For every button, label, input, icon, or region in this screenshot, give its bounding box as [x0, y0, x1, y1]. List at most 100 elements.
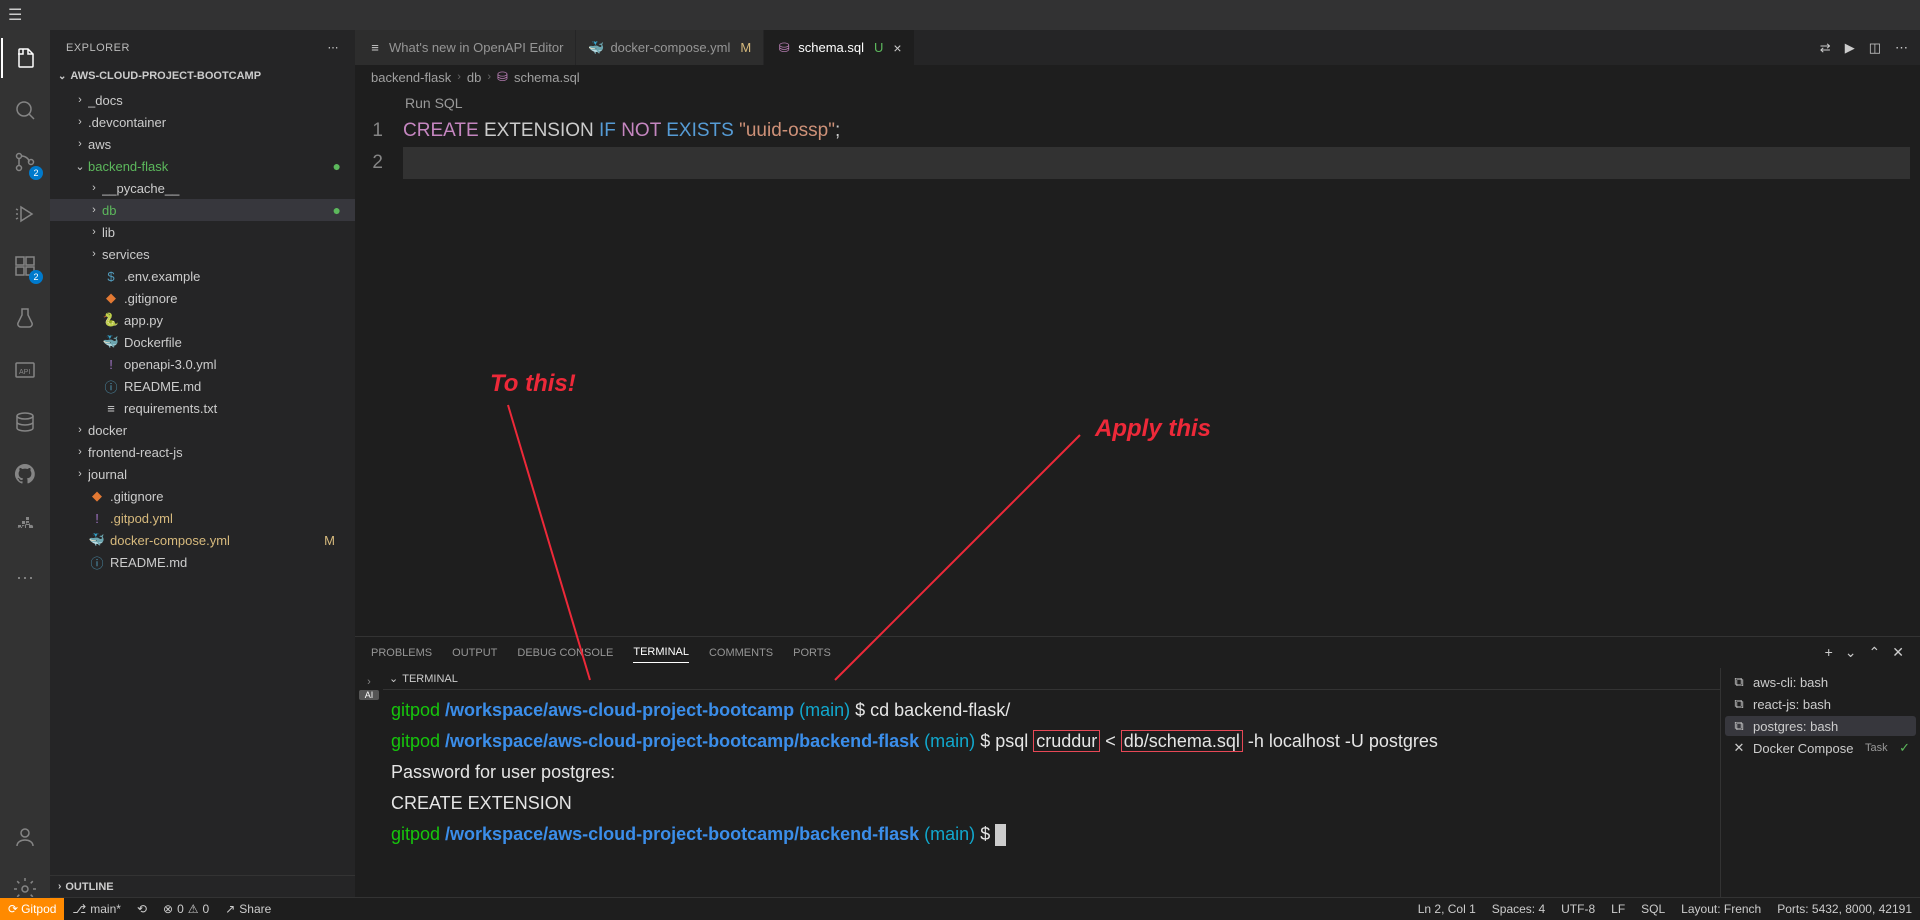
tree-item[interactable]: ◆.gitignore: [50, 287, 355, 309]
tab-more-icon[interactable]: ⋯: [1895, 40, 1908, 56]
tab-actions: ⇄ ▶ ◫ ⋯: [1808, 30, 1920, 65]
menu-icon[interactable]: ☰: [8, 5, 22, 25]
terminal-side-item[interactable]: ⧉postgres: bash: [1725, 716, 1916, 736]
tree-item[interactable]: 🐳docker-compose.ymlM: [50, 529, 355, 551]
explorer-title: EXPLORER: [66, 42, 130, 54]
terminal-side: ⧉aws-cli: bash⧉react-js: bash⧉postgres: …: [1720, 668, 1920, 919]
status-problems[interactable]: ⊗ 0 ⚠ 0: [155, 902, 217, 916]
tree-item[interactable]: !.gitpod.yml: [50, 507, 355, 529]
testing-icon[interactable]: [1, 298, 49, 338]
compare-changes-icon[interactable]: ⇄: [1820, 40, 1831, 56]
tree-item[interactable]: ›lib: [50, 221, 355, 243]
dropdown-icon[interactable]: ⌄: [1845, 644, 1857, 661]
gutter: 1 2: [355, 89, 403, 636]
terminal-cursor: [995, 824, 1006, 846]
status-share[interactable]: ↗ Share: [217, 902, 279, 916]
tab-debug-console[interactable]: DEBUG CONSOLE: [517, 643, 613, 663]
explorer-more-icon[interactable]: ⋯: [328, 41, 340, 54]
tree-item[interactable]: ›.devcontainer: [50, 111, 355, 133]
tree-item[interactable]: ⓘREADME.md: [50, 551, 355, 573]
activity-bar: 2 2 API ⋯: [0, 30, 50, 919]
new-terminal-icon[interactable]: +: [1825, 644, 1833, 661]
tree-item[interactable]: ⓘREADME.md: [50, 375, 355, 397]
close-icon[interactable]: ×: [893, 40, 901, 56]
gitpod-label[interactable]: ⟳ Gitpod: [0, 898, 64, 920]
code-content[interactable]: Run SQL CREATE EXTENSION IF NOT EXISTS "…: [403, 89, 1910, 636]
search-icon[interactable]: [1, 90, 49, 130]
status-ports[interactable]: Ports: 5432, 8000, 42191: [1769, 902, 1920, 916]
tree-item[interactable]: ›_docs: [50, 89, 355, 111]
database-icon[interactable]: [1, 402, 49, 442]
status-bar: ⟳ Gitpod ⎇ main* ⟲ ⊗ 0 ⚠ 0 ↗ Share Ln 2,…: [0, 897, 1920, 919]
tree-item[interactable]: $.env.example: [50, 265, 355, 287]
svg-text:API: API: [19, 369, 30, 376]
github-icon[interactable]: [1, 454, 49, 494]
breadcrumb[interactable]: backend-flask› db› ⛁ schema.sql: [355, 65, 1920, 89]
status-layout[interactable]: Layout: French: [1673, 902, 1769, 916]
status-branch[interactable]: ⎇ main*: [64, 902, 129, 916]
status-eol[interactable]: LF: [1603, 902, 1633, 916]
codelens-run-sql[interactable]: Run SQL: [405, 93, 1910, 113]
status-spaces[interactable]: Spaces: 4: [1484, 902, 1553, 916]
sidebar-header: EXPLORER ⋯: [50, 30, 355, 65]
tree-item[interactable]: ›db●: [50, 199, 355, 221]
tree-item[interactable]: 🐍app.py: [50, 309, 355, 331]
run-icon[interactable]: ▶: [1845, 40, 1855, 56]
tab-bar: ≡What's new in OpenAPI Editor🐳docker-com…: [355, 30, 1920, 65]
terminal-main: ⌄TERMINAL gitpod /workspace/aws-cloud-pr…: [383, 668, 1720, 919]
more-icon[interactable]: ⋯: [1, 558, 49, 598]
explorer-icon[interactable]: [1, 38, 49, 78]
tab-terminal[interactable]: TERMINAL: [633, 642, 689, 663]
panel-tabs: PROBLEMS OUTPUT DEBUG CONSOLE TERMINAL C…: [355, 637, 1920, 668]
extensions-icon[interactable]: 2: [1, 246, 49, 286]
tab-problems[interactable]: PROBLEMS: [371, 643, 432, 663]
tab-comments[interactable]: COMMENTS: [709, 643, 773, 663]
tree-item[interactable]: ◆.gitignore: [50, 485, 355, 507]
editor-area: ≡What's new in OpenAPI Editor🐳docker-com…: [355, 30, 1920, 919]
terminal-side-item[interactable]: ✕Docker ComposeTask✓: [1725, 738, 1916, 758]
split-editor-icon[interactable]: ◫: [1869, 40, 1881, 56]
tab-output[interactable]: OUTPUT: [452, 643, 497, 663]
docker-icon[interactable]: [1, 506, 49, 546]
project-root[interactable]: ⌄ AWS-CLOUD-PROJECT-BOOTCAMP: [50, 65, 355, 87]
account-icon[interactable]: [1, 817, 49, 857]
status-encoding[interactable]: UTF-8: [1553, 902, 1603, 916]
terminal-side-item[interactable]: ⧉react-js: bash: [1725, 694, 1916, 714]
minimap[interactable]: [1910, 89, 1920, 636]
annotation-box-cruddur: cruddur: [1033, 730, 1100, 752]
terminal-gutter: › AI: [355, 668, 383, 919]
tree-item[interactable]: ›services: [50, 243, 355, 265]
status-sync[interactable]: ⟲: [129, 902, 155, 916]
close-panel-icon[interactable]: ✕: [1892, 644, 1904, 661]
tab-ports[interactable]: PORTS: [793, 643, 831, 663]
sidebar: EXPLORER ⋯ ⌄ AWS-CLOUD-PROJECT-BOOTCAMP …: [50, 30, 355, 919]
titlebar: ☰: [0, 0, 1920, 30]
tree-item[interactable]: ›docker: [50, 419, 355, 441]
debug-icon[interactable]: [1, 194, 49, 234]
bottom-panel: PROBLEMS OUTPUT DEBUG CONSOLE TERMINAL C…: [355, 636, 1920, 919]
status-lang[interactable]: SQL: [1633, 902, 1673, 916]
terminal-content[interactable]: gitpod /workspace/aws-cloud-project-boot…: [383, 690, 1720, 919]
tree-item[interactable]: ⌄backend-flask●: [50, 155, 355, 177]
editor-tab[interactable]: ≡What's new in OpenAPI Editor: [355, 30, 576, 65]
tree-item[interactable]: ≡requirements.txt: [50, 397, 355, 419]
tree-item[interactable]: ›aws: [50, 133, 355, 155]
tree-item[interactable]: ›frontend-react-js: [50, 441, 355, 463]
tree-item[interactable]: ›__pycache__: [50, 177, 355, 199]
editor-tab[interactable]: 🐳docker-compose.ymlM: [576, 30, 764, 65]
terminal-side-item[interactable]: ⧉aws-cli: bash: [1725, 672, 1916, 692]
maximize-panel-icon[interactable]: ⌃: [1869, 644, 1881, 661]
file-tree: ›_docs›.devcontainer›aws⌄backend-flask●›…: [50, 87, 355, 875]
code-editor[interactable]: 1 2 Run SQL CREATE EXTENSION IF NOT EXIS…: [355, 89, 1920, 636]
tree-item[interactable]: !openapi-3.0.yml: [50, 353, 355, 375]
source-control-icon[interactable]: 2: [1, 142, 49, 182]
tree-item[interactable]: 🐳Dockerfile: [50, 331, 355, 353]
editor-tab[interactable]: ⛁schema.sqlU×: [764, 30, 914, 65]
main-layout: 2 2 API ⋯ EXPLORER ⋯ ⌄ AWS-CLOUD-PROJECT…: [0, 30, 1920, 919]
tree-item[interactable]: ›journal: [50, 463, 355, 485]
outline-section[interactable]: ›OUTLINE: [50, 875, 355, 897]
api-icon[interactable]: API: [1, 350, 49, 390]
annotation-box-schema: db/schema.sql: [1121, 730, 1243, 752]
status-lncol[interactable]: Ln 2, Col 1: [1410, 902, 1484, 916]
chevron-down-icon: ⌄: [58, 71, 66, 82]
